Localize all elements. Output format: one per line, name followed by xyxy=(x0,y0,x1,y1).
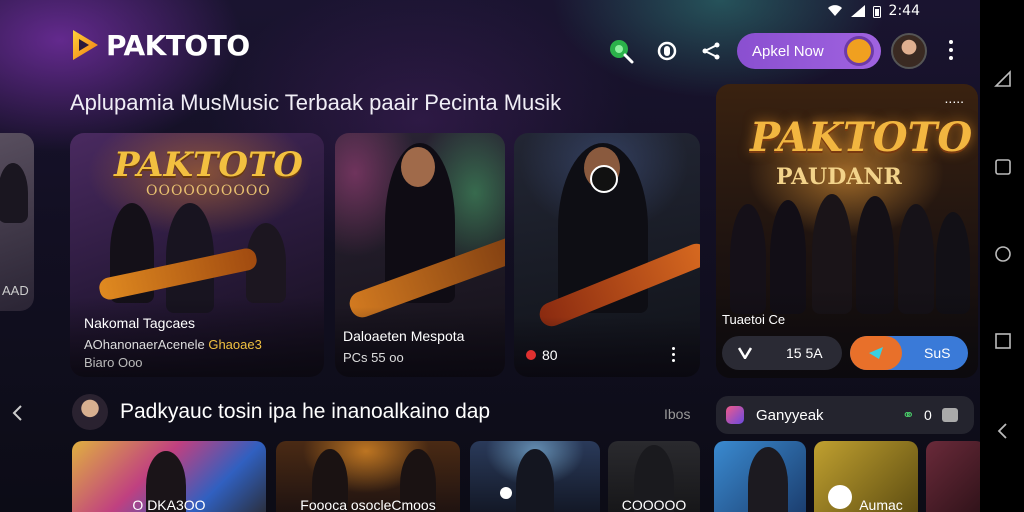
sync-icon xyxy=(657,41,677,61)
thumbnail-4[interactable]: COOOOO xyxy=(608,441,700,512)
nav-triangle-icon[interactable] xyxy=(994,70,1012,88)
record-dot-icon xyxy=(526,350,536,360)
side-promo-panel[interactable]: ..... PAKTOTO PAUDANR Tuaetoi Ce 15 5A S… xyxy=(716,84,978,378)
side-stat-pill[interactable]: 15 5A xyxy=(722,336,842,370)
status-time: 2:44 xyxy=(888,3,920,19)
nav-home-icon[interactable] xyxy=(994,245,1012,263)
apply-now-button[interactable]: Apkel Now xyxy=(737,33,881,69)
battery-icon xyxy=(872,5,881,18)
side-action-icon xyxy=(850,336,902,370)
card-1-title: Nakomal Tagcaes xyxy=(84,315,196,331)
side-action-pill[interactable]: SuS xyxy=(850,336,968,370)
vee-icon xyxy=(738,347,752,359)
back-arrow-icon[interactable] xyxy=(10,404,26,422)
chip-box-icon xyxy=(942,408,958,422)
microphone-icon xyxy=(590,165,618,193)
nav-back-icon[interactable] xyxy=(994,422,1012,440)
side-caption: Tuaetoi Ce xyxy=(722,312,786,327)
chip-app-icon xyxy=(726,406,744,424)
card-1-logo-sub: OOOOOOOOOO xyxy=(146,183,271,199)
thumbnail-5[interactable] xyxy=(714,441,806,512)
share-button[interactable] xyxy=(698,38,724,64)
thumbnail-3-icon xyxy=(500,487,512,499)
row2-chip[interactable]: Ganyyeak ⚭ 0 xyxy=(716,396,974,434)
card-1-line3: Biaro Ooo xyxy=(84,355,143,370)
nav-square-icon[interactable] xyxy=(994,158,1012,176)
side-brand: PAKTOTO xyxy=(750,114,973,161)
chip-status-icon: ⚭ xyxy=(902,407,915,424)
chip-count: 0 xyxy=(924,407,932,423)
side-subtitle: PAUDANR xyxy=(776,164,902,190)
apply-badge-icon xyxy=(847,39,871,63)
chip-label: Ganyyeak xyxy=(756,406,824,424)
featured-card-2[interactable]: Daloaeten Mespota PCs 55 oo xyxy=(335,133,505,377)
search-icon xyxy=(610,40,634,64)
thumbnail-7[interactable] xyxy=(926,441,980,512)
thumbnail-6-caption: Aumac xyxy=(859,497,903,512)
featured-card-3[interactable]: 80 xyxy=(514,133,700,377)
card-3-more-icon[interactable] xyxy=(672,347,675,362)
singer-face xyxy=(401,147,435,187)
thumbnail-2[interactable]: Foooca osocleCmoos xyxy=(276,441,460,512)
side-panel-more-icon[interactable]: ..... xyxy=(945,90,964,106)
sync-button[interactable] xyxy=(654,38,680,64)
thumbnail-6[interactable]: Aumac xyxy=(814,441,918,512)
card-1-logo-text: PAKTOTO xyxy=(114,145,303,185)
brand-name: PAKTOTO xyxy=(106,28,250,62)
signal-icon xyxy=(850,5,865,17)
thumbnail-2-caption: Foooca osocleCmoos xyxy=(300,497,436,512)
thumbnail-3[interactable] xyxy=(470,441,600,512)
status-bar: 2:44 xyxy=(827,3,920,19)
app-screen: 2:44 PAKTOTO Apkel Now Aplupamia MusMusi… xyxy=(0,0,980,512)
more-vertical-icon[interactable] xyxy=(948,40,954,62)
play-logo-icon xyxy=(73,30,98,60)
row2-title: Padkyauc tosin ipa he inanoalkaino dap xyxy=(120,400,491,423)
row2-avatar[interactable] xyxy=(72,394,108,430)
card-1-line2: AOhanonaerAcenele Ghaoae3 xyxy=(84,337,262,352)
left-card-caption: AAD xyxy=(2,283,29,298)
card-2-title: Daloaeten Mespota xyxy=(343,328,465,344)
card-3-badge: 80 xyxy=(526,347,558,363)
share-icon xyxy=(702,42,720,60)
row2-see-all[interactable]: Ibos xyxy=(664,406,690,422)
card-2-line2: PCs 55 oo xyxy=(343,350,404,365)
thumbnail-1[interactable]: O DKA3OO xyxy=(72,441,266,512)
app-logo[interactable]: PAKTOTO xyxy=(70,28,250,62)
nav-recents-icon[interactable] xyxy=(994,332,1012,350)
user-avatar[interactable] xyxy=(891,33,927,69)
system-nav-bar xyxy=(980,0,1024,512)
thumbnail-4-caption: COOOOO xyxy=(621,497,687,512)
apply-now-label: Apkel Now xyxy=(752,42,824,60)
wifi-icon xyxy=(827,5,842,17)
featured-card-1[interactable]: PAKTOTO OOOOOOOOOO Nakomal Tagcaes AOhan… xyxy=(70,133,324,377)
card-partial-left[interactable]: AAD xyxy=(0,133,34,311)
thumbnail-1-caption: O DKA3OO xyxy=(132,497,206,512)
page-heading: Aplupamia MusMusic Terbaak paair Pecinta… xyxy=(70,90,562,115)
search-button[interactable] xyxy=(608,38,634,64)
